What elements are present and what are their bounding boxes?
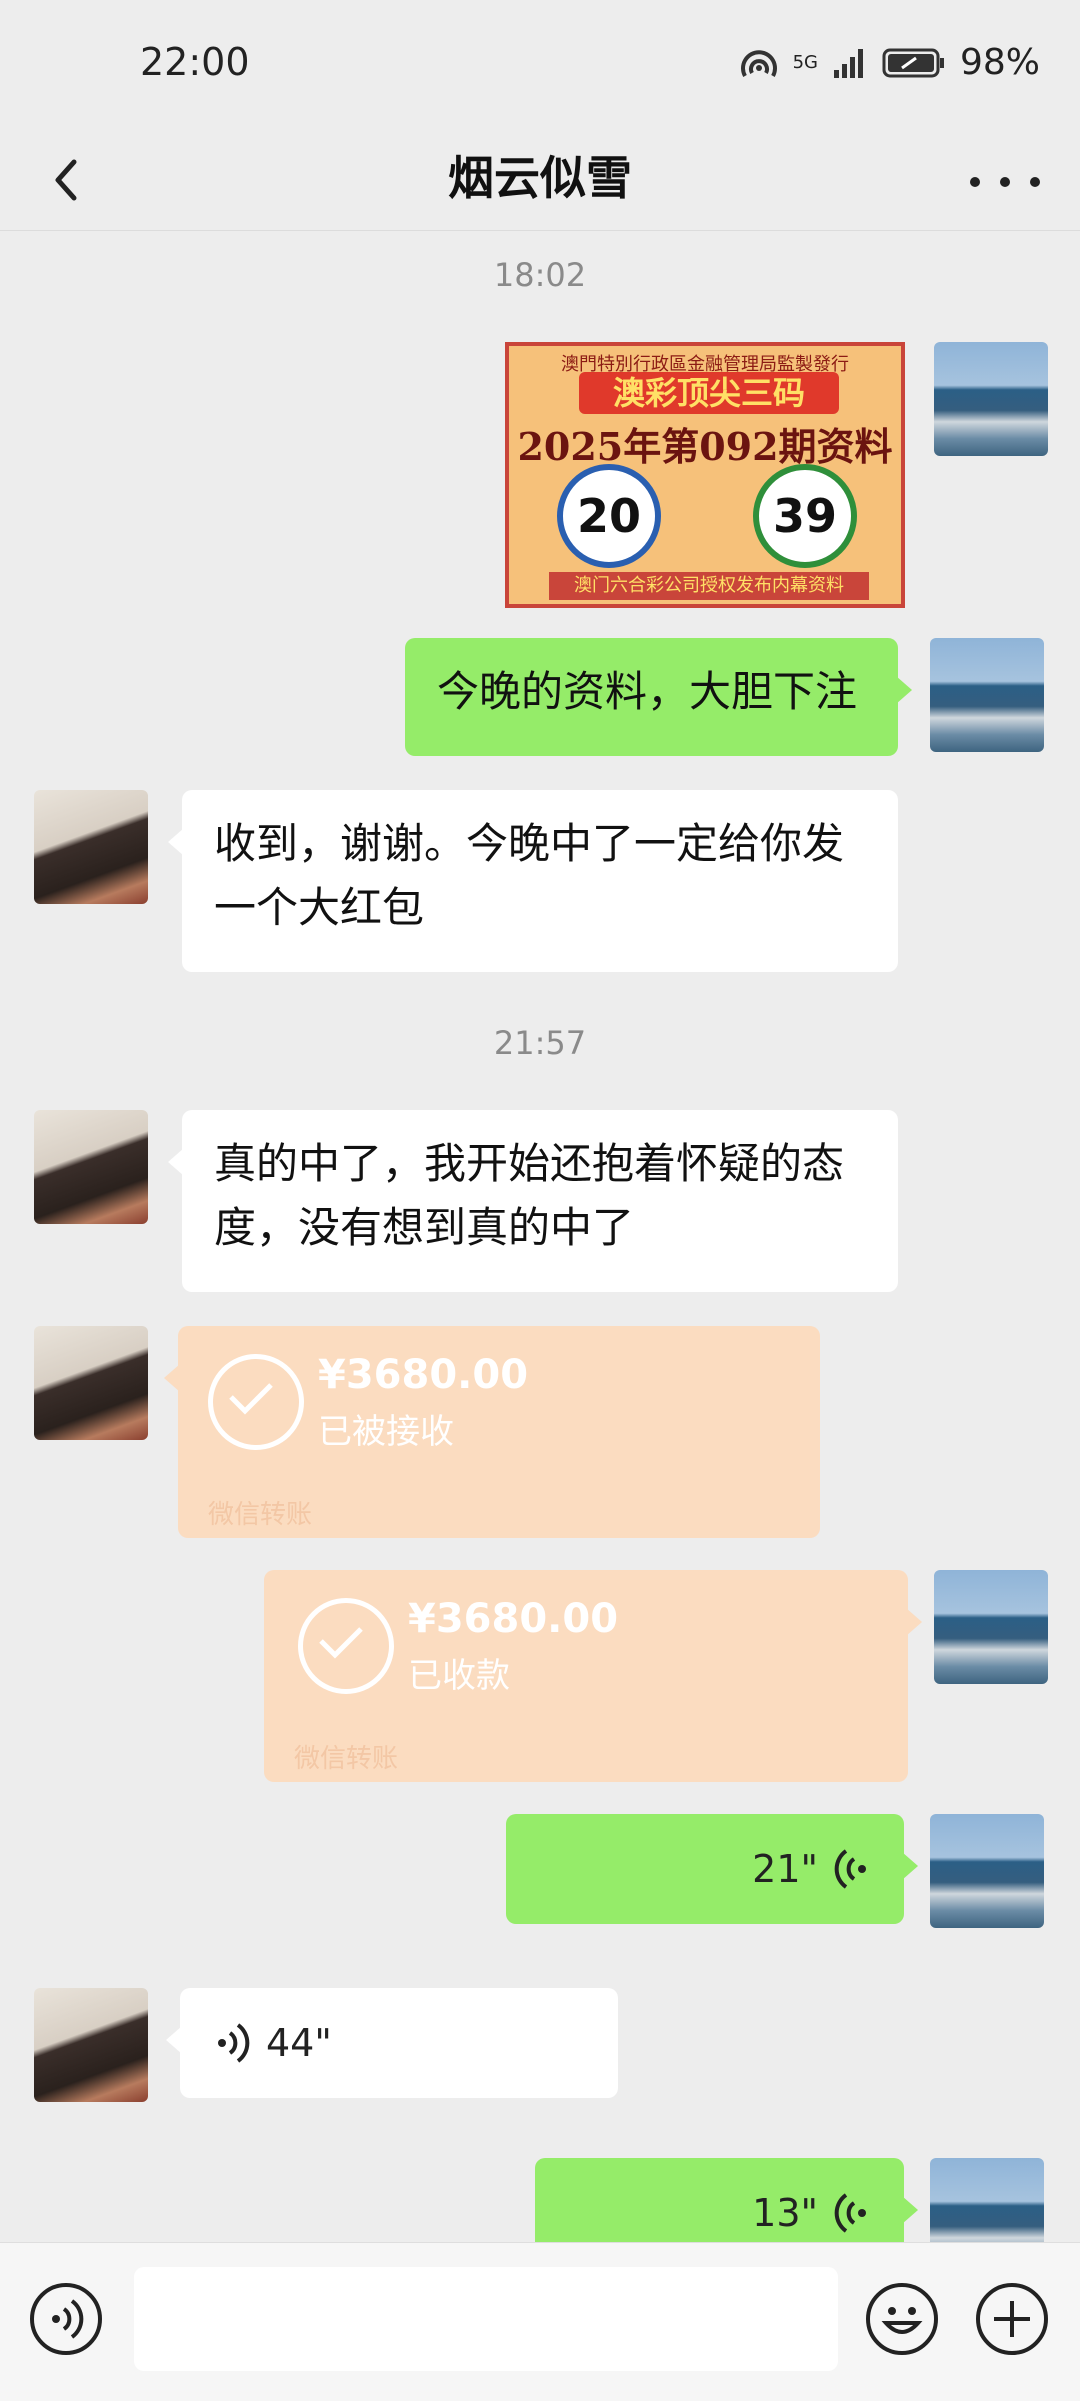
transfer-card[interactable]: ¥3680.00 已被接收 微信转账 xyxy=(164,1326,820,1538)
message-bubble-outgoing[interactable]: 今晚的资料，大胆下注 xyxy=(405,638,912,756)
promo-footer: 澳门六合彩公司授权发布内幕资料 xyxy=(549,572,869,600)
voice-duration: 21" xyxy=(752,1847,818,1891)
more-options-icon[interactable] xyxy=(970,152,1040,212)
chat-header: 烟云似雪 xyxy=(0,130,1080,231)
message-text: 收到，谢谢。今晚中了一定给你发一个大红包 xyxy=(214,819,845,932)
emoji-icon xyxy=(881,2307,923,2334)
voice-duration: 13" xyxy=(752,2191,818,2235)
transfer-status: 已收款 xyxy=(408,1656,510,1696)
my-avatar[interactable] xyxy=(930,638,1044,752)
status-indicators: 5G 98% xyxy=(739,42,1040,83)
image-message[interactable]: 澳門特別行政區金融管理局監製發行 澳彩顶尖三码 2025年第092期资料 20 … xyxy=(505,342,905,608)
transfer-status: 已被接收 xyxy=(318,1412,454,1452)
transfer-footer: 微信转账 xyxy=(294,1744,399,1774)
my-avatar[interactable] xyxy=(934,1570,1048,1684)
message-bubble-incoming[interactable]: 收到，谢谢。今晚中了一定给你发一个大红包 xyxy=(168,790,898,972)
emoji-button[interactable] xyxy=(866,2283,938,2355)
contact-avatar[interactable] xyxy=(34,1326,148,1440)
voice-wave-icon xyxy=(834,1849,866,1889)
voice-duration: 44" xyxy=(266,2021,332,2065)
plus-icon xyxy=(994,2301,1030,2337)
more-functions-button[interactable] xyxy=(976,2283,1048,2355)
voice-wave-icon xyxy=(218,2023,250,2063)
voice-icon xyxy=(52,2299,84,2339)
network-type: 5G xyxy=(792,52,818,73)
status-bar: 22:00 5G 98% xyxy=(0,0,1080,130)
status-time: 22:00 xyxy=(140,40,250,84)
my-avatar[interactable] xyxy=(934,342,1048,456)
promo-banner: 澳彩顶尖三码 xyxy=(579,372,839,414)
contact-avatar[interactable] xyxy=(34,790,148,904)
promo-period: 2025年第092期资料 xyxy=(517,424,893,469)
transfer-footer: 微信转账 xyxy=(208,1500,313,1530)
message-text: 今晚的资料，大胆下注 xyxy=(437,667,858,716)
battery-icon xyxy=(882,48,944,77)
voice-input-button[interactable] xyxy=(30,2283,102,2355)
transfer-amount: ¥3680.00 xyxy=(318,1352,529,1398)
contact-avatar[interactable] xyxy=(34,1988,148,2102)
timestamp: 21:57 xyxy=(493,1024,587,1062)
battery-level: 98% xyxy=(959,42,1040,83)
voice-message-outgoing[interactable]: 21" xyxy=(506,1814,918,1924)
timestamp: 18:02 xyxy=(493,256,587,294)
message-bubble-incoming[interactable]: 真的中了，我开始还抱着怀疑的态度，没有想到真的中了 xyxy=(168,1110,898,1292)
voice-message-incoming[interactable]: 44" xyxy=(166,1988,618,2098)
check-icon xyxy=(298,1598,394,1694)
lottery-ball: 20 xyxy=(557,464,661,568)
message-input[interactable] xyxy=(134,2267,838,2371)
message-text: 真的中了，我开始还抱着怀疑的态度，没有想到真的中了 xyxy=(214,1139,845,1252)
voice-wave-icon xyxy=(834,2193,866,2233)
signal-icon xyxy=(833,48,863,78)
check-icon xyxy=(208,1354,304,1450)
transfer-amount: ¥3680.00 xyxy=(408,1596,619,1642)
input-bar xyxy=(0,2242,1080,2401)
transfer-card[interactable]: ¥3680.00 已收款 微信转账 xyxy=(264,1570,922,1782)
my-avatar[interactable] xyxy=(930,1814,1044,1928)
chat-title: 烟云似雪 xyxy=(448,151,632,205)
lottery-ball: 39 xyxy=(753,464,857,568)
contact-avatar[interactable] xyxy=(34,1110,148,1224)
hotspot-icon xyxy=(740,49,777,77)
